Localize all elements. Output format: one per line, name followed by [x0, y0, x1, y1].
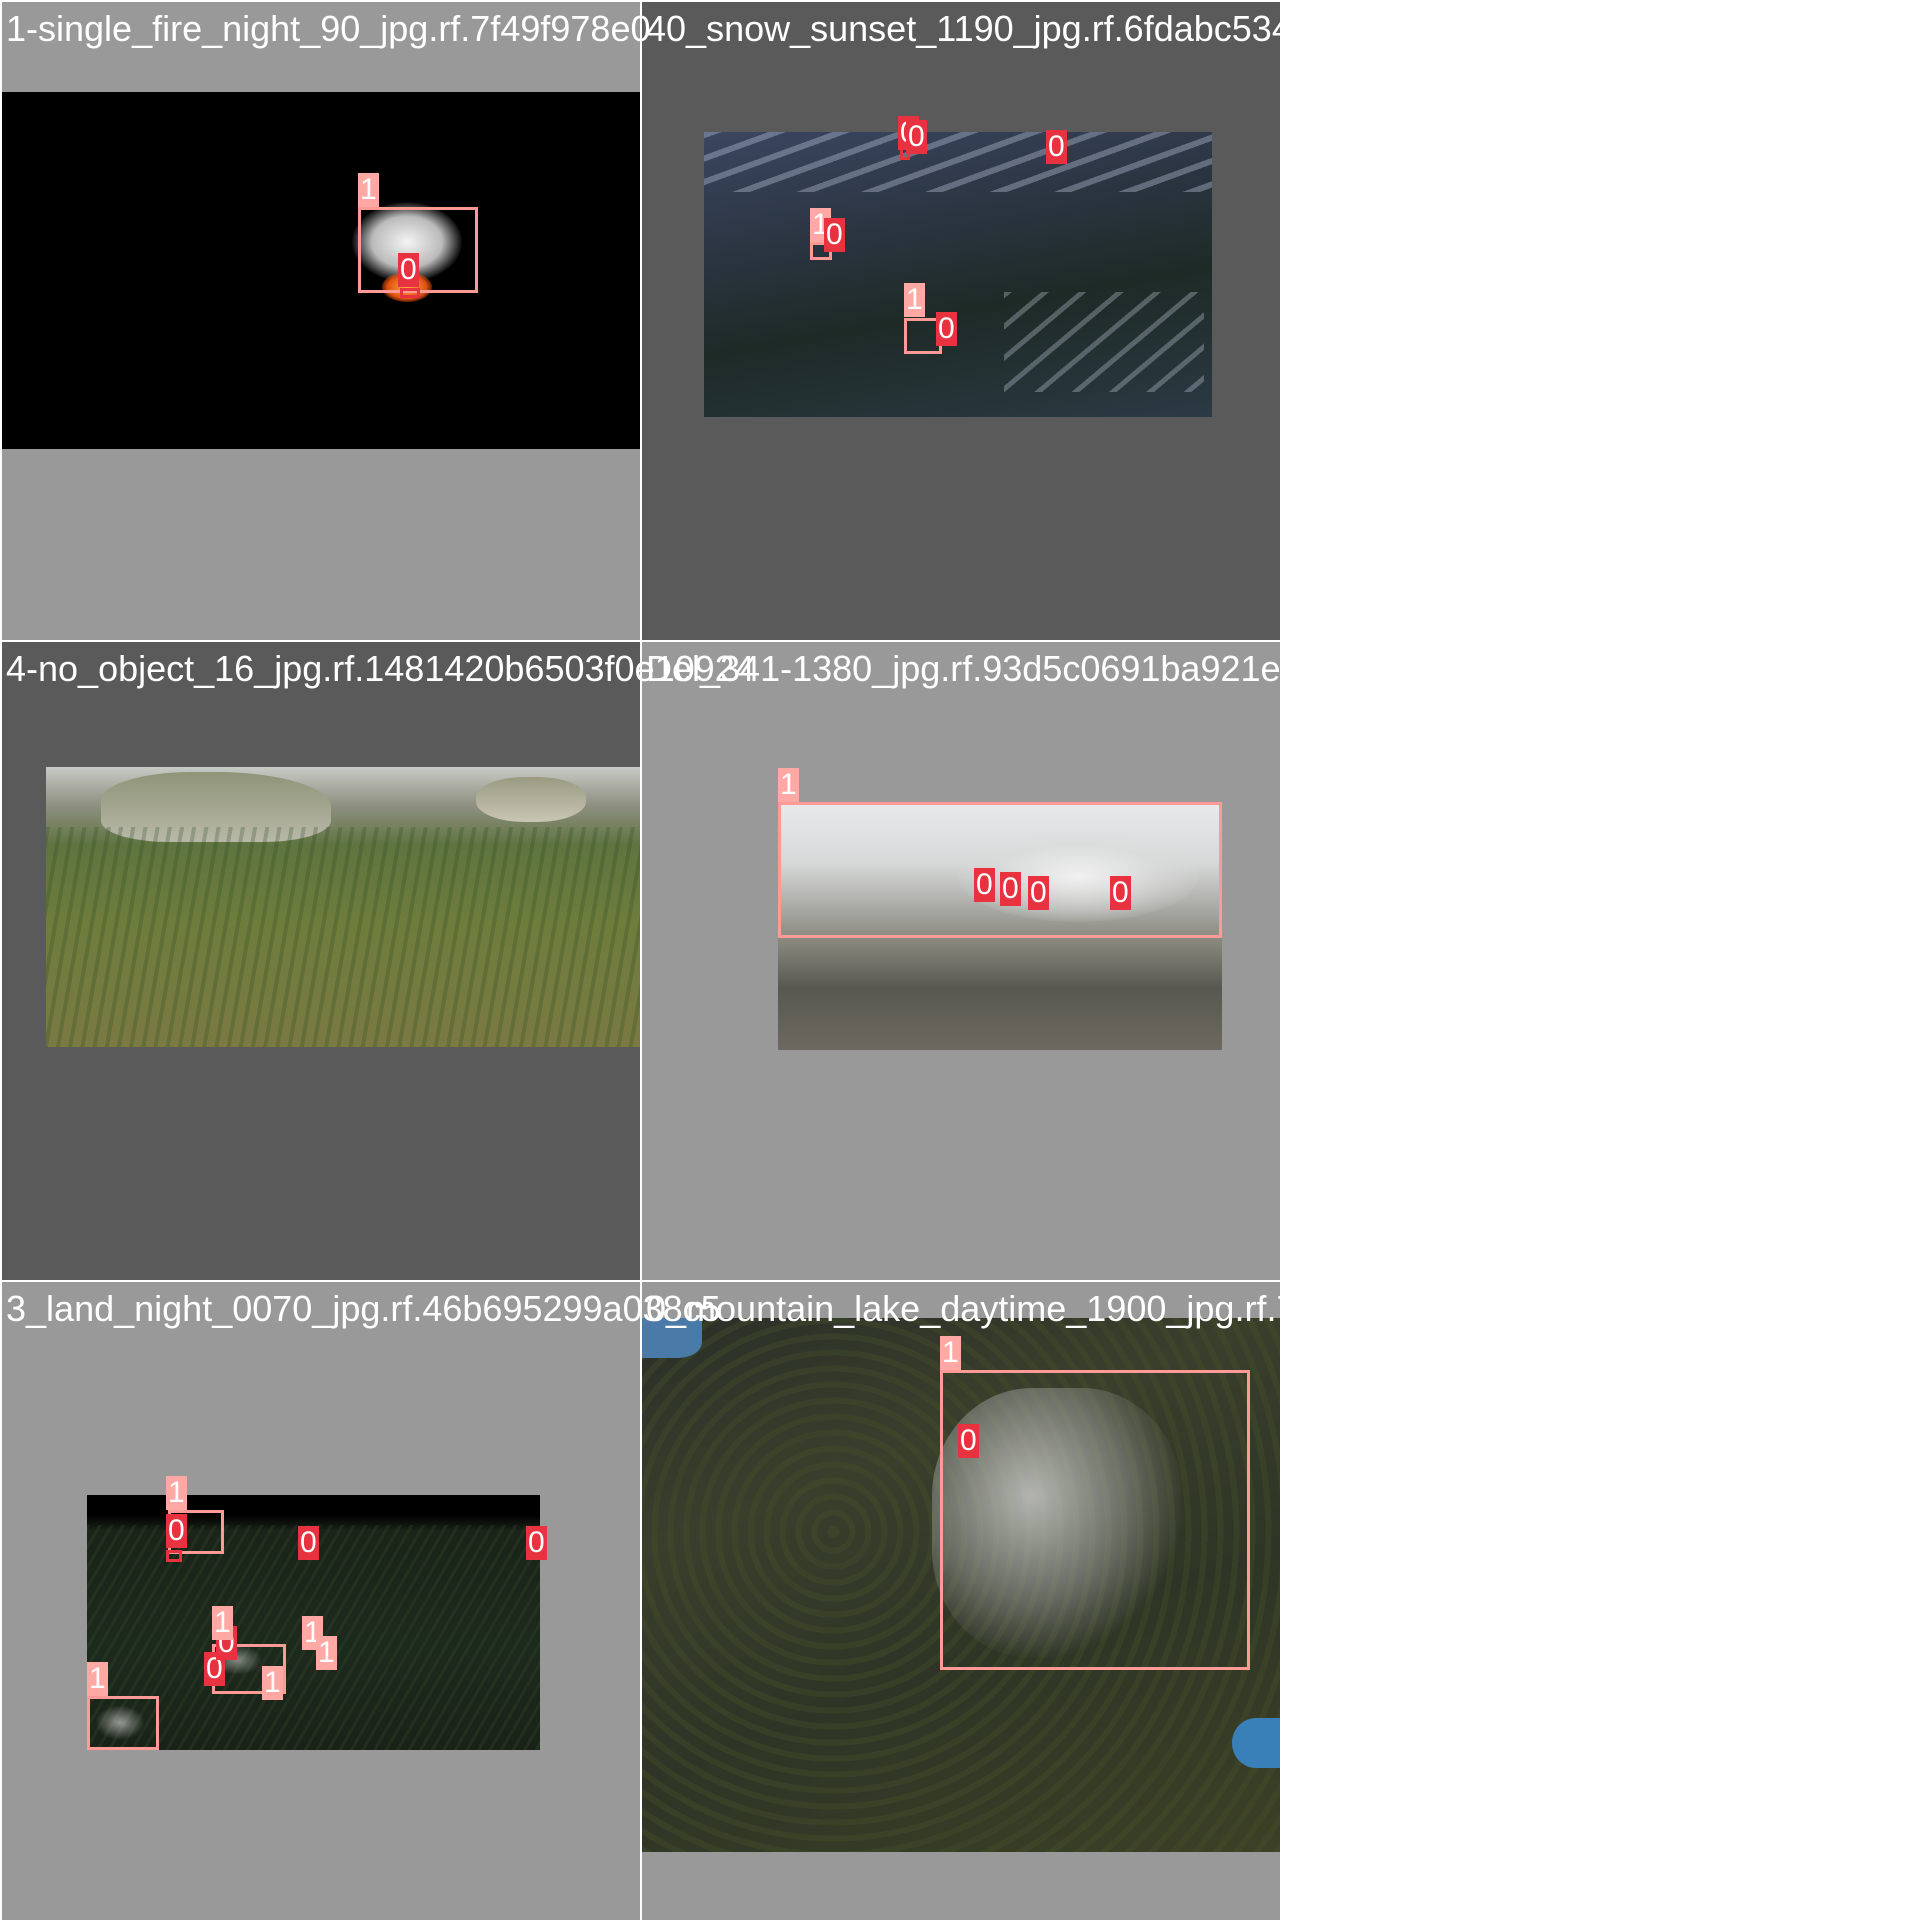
detection-label: 0: [958, 1424, 979, 1458]
detection-label: 0: [1110, 876, 1131, 910]
detection-box: [87, 1696, 159, 1750]
tile-4: 1 0 0 0 0: [642, 642, 1280, 1280]
detection-label: 1: [904, 283, 925, 317]
detection-label: 1: [212, 1606, 233, 1640]
detection-box: [400, 288, 420, 298]
detection-label: 1: [166, 1476, 187, 1510]
tile-1-photo: [2, 92, 640, 449]
tile-3-photo: [46, 767, 640, 1047]
tile-5: 1 0 0 0 1 0 0 1 1 1 1: [2, 1282, 640, 1920]
detection-label: 0: [824, 218, 845, 252]
detection-label: 0: [1046, 130, 1067, 164]
detection-label: 0: [1000, 872, 1021, 906]
detection-label: 1: [358, 173, 379, 207]
detection-label: 0: [298, 1526, 319, 1560]
tile-4-title: Del_341-1380_jpg.rf.93d5c0691ba921ec5f1: [646, 648, 1349, 689]
detection-label: 0: [906, 120, 927, 154]
detection-label: 0: [1028, 876, 1049, 910]
detection-label: 0: [974, 868, 995, 902]
detection-box: [940, 1370, 1250, 1670]
tile-6: 1 0: [642, 1282, 1280, 1920]
tile-6-title: 0_mountain_lake_daytime_1900_jpg.rf.7e95: [646, 1288, 1357, 1329]
detection-box: [166, 1550, 182, 1562]
tile-3-title: 4-no_object_16_jpg.rf.1481420b6503f0e109…: [6, 648, 755, 689]
tile-3: [2, 642, 640, 1280]
detection-label: 1: [316, 1636, 337, 1670]
tile-2-photo: [704, 132, 1212, 417]
detection-label: 1: [262, 1666, 283, 1700]
tile-2-title: 40_snow_sunset_1190_jpg.rf.6fdabc534f01c…: [646, 8, 1380, 49]
tile-1-title: 1-single_fire_night_90_jpg.rf.7f49f978e0: [6, 8, 651, 49]
detection-box: [778, 802, 1222, 938]
detection-label: 1: [940, 1336, 961, 1370]
detection-label: 0: [398, 253, 419, 287]
detection-label: 1: [778, 768, 799, 802]
tile-2: 0 0 0 1 0 1 0: [642, 2, 1280, 640]
tile-1: 1 0: [2, 2, 640, 640]
detection-label: 1: [87, 1662, 108, 1696]
tile-5-title: 3_land_night_0070_jpg.rf.46b695299a038c5: [6, 1288, 721, 1329]
detection-grid: 1 0 0 0 0 1 0 1 0 1 0 0 0: [0, 0, 1380, 1920]
detection-label: 0: [526, 1526, 547, 1560]
detection-label: 0: [936, 312, 957, 346]
detection-label: 0: [166, 1514, 187, 1548]
